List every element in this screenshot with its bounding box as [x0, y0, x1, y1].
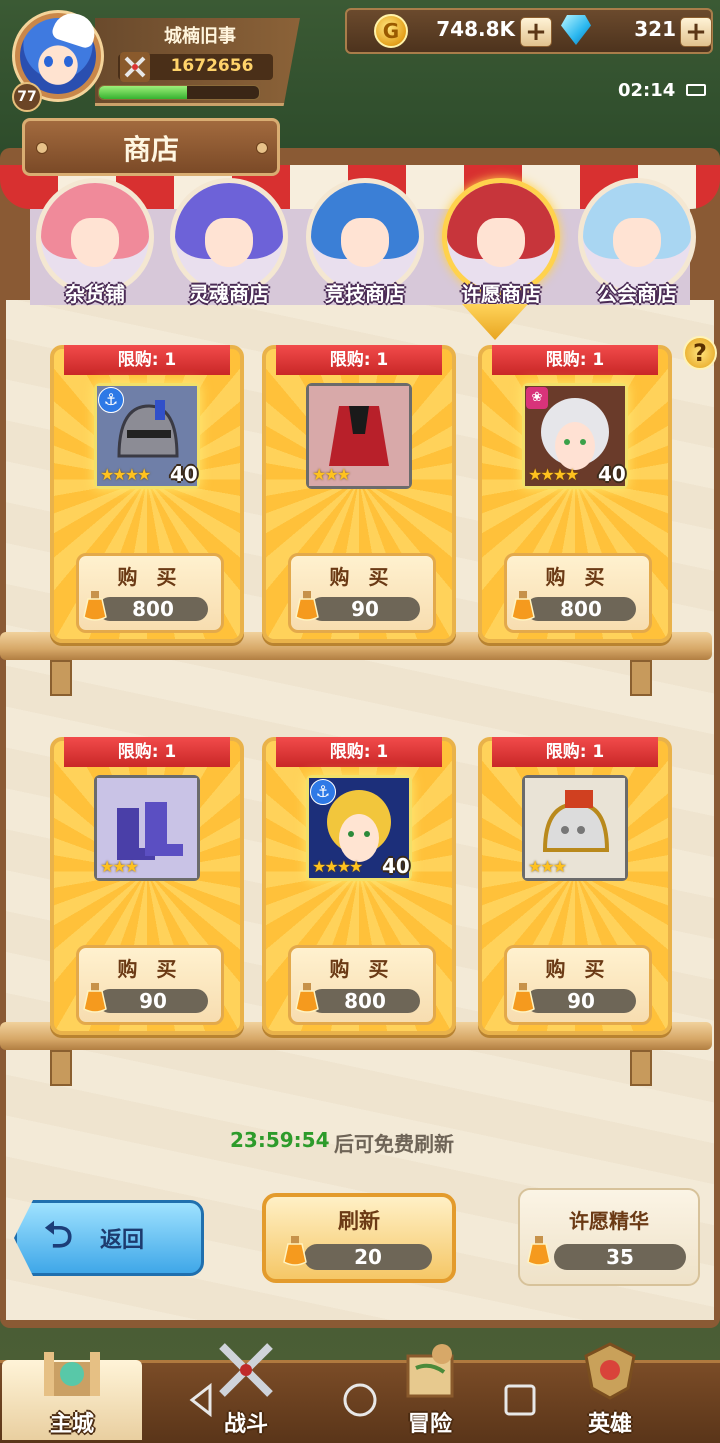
nav-label: 主城 — [49, 1412, 94, 1437]
buy-button-label: 购 买 — [329, 957, 395, 981]
star-rating: ★★★ — [100, 857, 139, 876]
purchase-limit-ribbon: 限购: 1 — [64, 737, 230, 767]
purchase-limit-ribbon: 限购: 1 — [64, 345, 230, 375]
refresh-button-label: 刷新 — [338, 1209, 380, 1233]
tab-label: 许愿商店 — [461, 282, 541, 306]
system-home-icon[interactable] — [340, 1380, 380, 1420]
gold-coin-icon: G — [374, 14, 408, 48]
item-price: 800 — [98, 597, 208, 621]
system-recents-icon[interactable] — [500, 1380, 540, 1420]
wish-essence-label: 许愿精华 — [569, 1209, 649, 1233]
item-price: 90 — [98, 989, 208, 1013]
castle-icon — [44, 1352, 100, 1396]
refresh-timer: 23:59:54 — [230, 1128, 330, 1152]
gold-value: 748.8K — [436, 17, 515, 41]
item-level: 40 — [170, 462, 198, 486]
item-level: 40 — [598, 462, 626, 486]
anchor-class-icon: ⚓ — [98, 387, 124, 413]
potion-icon — [511, 591, 535, 621]
wish-essence-count: 35 — [554, 1244, 686, 1270]
refresh-cost: 20 — [304, 1244, 432, 1270]
potion-icon — [295, 983, 319, 1013]
avatar-eye-left — [44, 56, 53, 67]
clock: 02:14 — [618, 80, 676, 101]
shelf-bracket — [630, 660, 652, 696]
purchase-limit-ribbon: 限购: 1 — [492, 737, 658, 767]
gem-value: 321 — [634, 17, 676, 41]
potion-icon — [83, 983, 107, 1013]
purchase-limit-ribbon: 限购: 1 — [276, 737, 442, 767]
page-title: 商店 — [122, 133, 179, 166]
item-price: 800 — [310, 989, 420, 1013]
map-scroll-icon — [406, 1344, 454, 1398]
shelf-bracket — [50, 660, 72, 696]
star-rating: ★★★★ — [100, 465, 151, 484]
buy-button-label: 购 买 — [545, 565, 611, 589]
level-badge: 77 — [12, 82, 42, 112]
shelf-bracket — [630, 1050, 652, 1086]
potion-icon — [527, 1236, 551, 1266]
exp-bar-fill — [99, 86, 187, 99]
potion-icon — [295, 591, 319, 621]
nav-label: 冒险 — [407, 1412, 452, 1437]
tab-label: 灵魂商店 — [189, 282, 269, 306]
avatar-eye-right — [64, 56, 73, 67]
help-button[interactable]: ? — [683, 336, 717, 370]
lotus-faction-icon: ❀ — [526, 387, 548, 409]
buy-button-label: 购 买 — [117, 565, 183, 589]
add-gems-button[interactable]: + — [680, 17, 712, 47]
crossed-swords-icon — [120, 52, 150, 82]
player-name: 城楠旧事 — [164, 26, 236, 47]
potion-icon — [83, 591, 107, 621]
tab-label: 竞技商店 — [325, 282, 405, 306]
crossed-swords-icon — [219, 1343, 273, 1397]
purchase-limit-ribbon: 限购: 1 — [276, 345, 442, 375]
potion-icon — [283, 1236, 307, 1266]
tab-portrait-face — [477, 217, 525, 268]
buy-button-label: 购 买 — [329, 565, 395, 589]
hero-crest-icon — [584, 1342, 636, 1400]
nav-label: 英雄 — [587, 1412, 632, 1437]
back-arrow-icon: ⮌ — [44, 1215, 73, 1256]
star-rating: ★★★ — [528, 857, 567, 876]
shelf-bracket — [50, 1050, 72, 1086]
tab-label: 公会商店 — [597, 282, 677, 306]
star-rating: ★★★★ — [312, 857, 363, 876]
tab-portrait-face — [71, 217, 119, 268]
star-rating: ★★★★ — [528, 465, 579, 484]
tab-portrait-face — [613, 217, 661, 268]
tab-portrait-face — [341, 217, 389, 268]
item-price: 800 — [526, 597, 636, 621]
purchase-limit-ribbon: 限购: 1 — [492, 345, 658, 375]
system-back-icon[interactable] — [182, 1380, 222, 1420]
tab-label: 杂货铺 — [65, 282, 125, 306]
back-button-label: 返回 — [100, 1228, 145, 1253]
add-gold-button[interactable]: + — [520, 17, 552, 47]
item-level: 40 — [382, 854, 410, 878]
battery-icon — [686, 84, 706, 96]
star-rating: ★★★ — [312, 465, 351, 484]
exp-bar — [98, 85, 260, 100]
item-price: 90 — [526, 989, 636, 1013]
potion-icon — [511, 983, 535, 1013]
power-value: 1672656 — [170, 56, 254, 76]
refresh-hint: 后可免费刷新 — [334, 1132, 454, 1156]
buy-button-label: 购 买 — [117, 957, 183, 981]
item-price: 90 — [310, 597, 420, 621]
buy-button-label: 购 买 — [545, 957, 611, 981]
anchor-class-icon: ⚓ — [310, 779, 336, 805]
tab-portrait-face — [205, 217, 253, 268]
